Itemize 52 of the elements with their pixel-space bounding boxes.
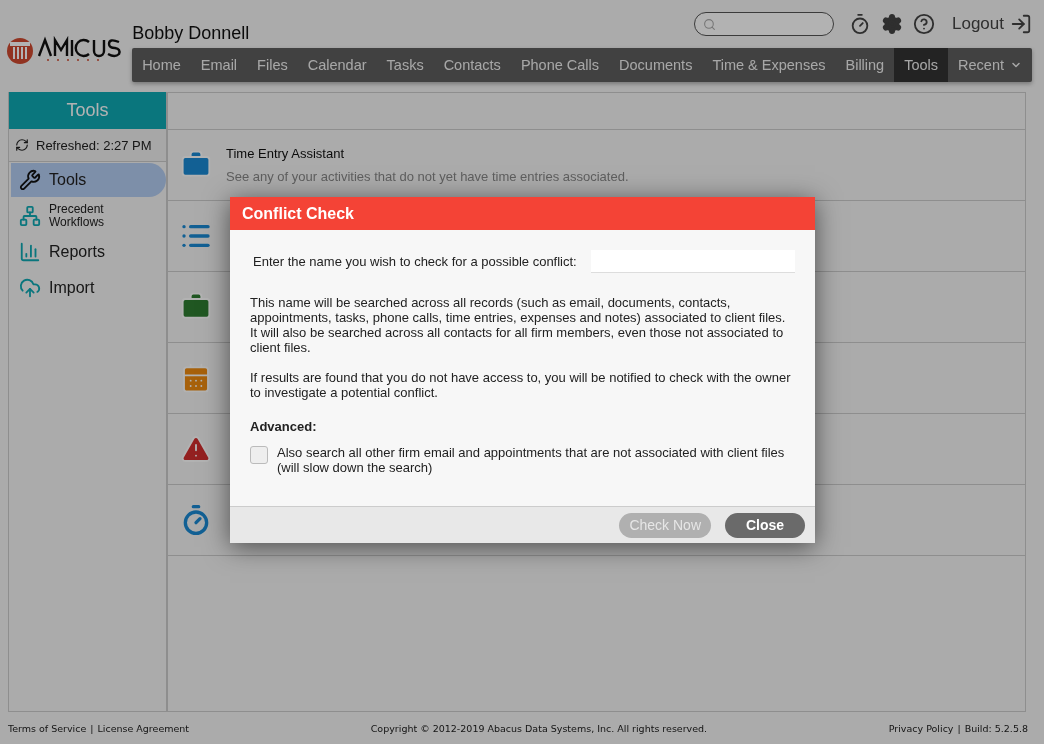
dialog-title: Conflict Check	[230, 197, 815, 230]
search-all-checkbox[interactable]	[250, 446, 268, 464]
nav-tab[interactable]: Tools	[894, 48, 949, 82]
calendar-icon[interactable]	[180, 362, 212, 394]
separator: |	[90, 722, 94, 734]
refresh-bar[interactable]: Refreshed: 2:27 PM	[9, 129, 166, 162]
search-icon	[703, 17, 716, 31]
sidebar-item[interactable]: Reports	[11, 235, 166, 269]
name-input[interactable]	[591, 250, 795, 273]
cloud-upload-icon	[19, 277, 41, 299]
nav-tab[interactable]: Billing	[835, 48, 895, 82]
info-paragraph: If results are found that you do not have access to, you will be notified to check with the owner to investigate a potential conflict.	[250, 370, 792, 400]
nav-tab[interactable]: Phone Calls	[510, 48, 610, 82]
nav-tab[interactable]: Files	[247, 48, 298, 82]
warning-icon[interactable]	[180, 433, 212, 465]
sidebar-item[interactable]: Precedent Workflows	[11, 199, 166, 233]
hierarchy-icon	[19, 205, 41, 227]
logout-link[interactable]: Logout	[952, 14, 1004, 34]
sidebar-title: Tools	[9, 92, 166, 129]
nav-tab[interactable]: Email	[190, 48, 248, 82]
tool-title[interactable]: Time Entry Assistant	[226, 146, 629, 161]
copyright-text: Copyright © 2012-2019 Abacus Data Systems, Inc. All rights reserved.	[370, 722, 708, 734]
close-button[interactable]: Close	[725, 512, 805, 538]
terms-link[interactable]: Terms of Service	[8, 722, 87, 734]
separator: |	[957, 722, 961, 734]
nav-tab[interactable]: Home	[132, 48, 191, 82]
name-prompt: Enter the name you wish to check for a possible conflict:	[253, 254, 577, 269]
nav-tab[interactable]: Tasks	[376, 48, 434, 82]
advanced-label: Advanced:	[250, 419, 318, 434]
checkbox-label: Also search all other firm email and appointments that are not associated with client files (will slow down the search)	[276, 445, 786, 475]
tool-description: See any of your activities that do not yet have time entries associated.	[226, 169, 629, 184]
nav-tab[interactable]: Time & Expenses	[702, 48, 836, 82]
info-paragraph: This name will be searched across all records (such as email, documents, contacts, appointments, tasks, phone calls, time entries, expenses and notes) associated to client files. It will also be searched across all contacts for all firm members, even those not associated to client files.	[250, 295, 787, 355]
nav-tab[interactable]: Calendar	[297, 48, 377, 82]
search-field[interactable]	[694, 12, 834, 36]
logout-icon[interactable]	[1010, 13, 1032, 35]
refreshed-time: Refreshed: 2:27 PM	[36, 137, 152, 153]
help-icon[interactable]	[913, 13, 935, 35]
bar-chart-icon	[19, 241, 41, 263]
license-link[interactable]: License Agreement	[97, 722, 190, 734]
sidebar-item[interactable]: Tools	[11, 163, 166, 197]
stopwatch-icon[interactable]	[849, 13, 871, 35]
sidebar-item[interactable]: Import	[11, 271, 166, 305]
settings-icon[interactable]	[881, 13, 903, 35]
build-number: Build: 5.2.5.8	[964, 722, 1028, 734]
nav-tab[interactable]: Contacts	[433, 48, 511, 82]
nav-tab[interactable]: Documents	[609, 48, 703, 82]
privacy-link[interactable]: Privacy Policy	[888, 722, 954, 734]
wrench-icon	[19, 169, 41, 191]
refresh-icon	[15, 138, 29, 152]
user-name: Bobby Donnell	[132, 21, 250, 44]
nav-tab[interactable]: Recent	[948, 48, 1032, 82]
